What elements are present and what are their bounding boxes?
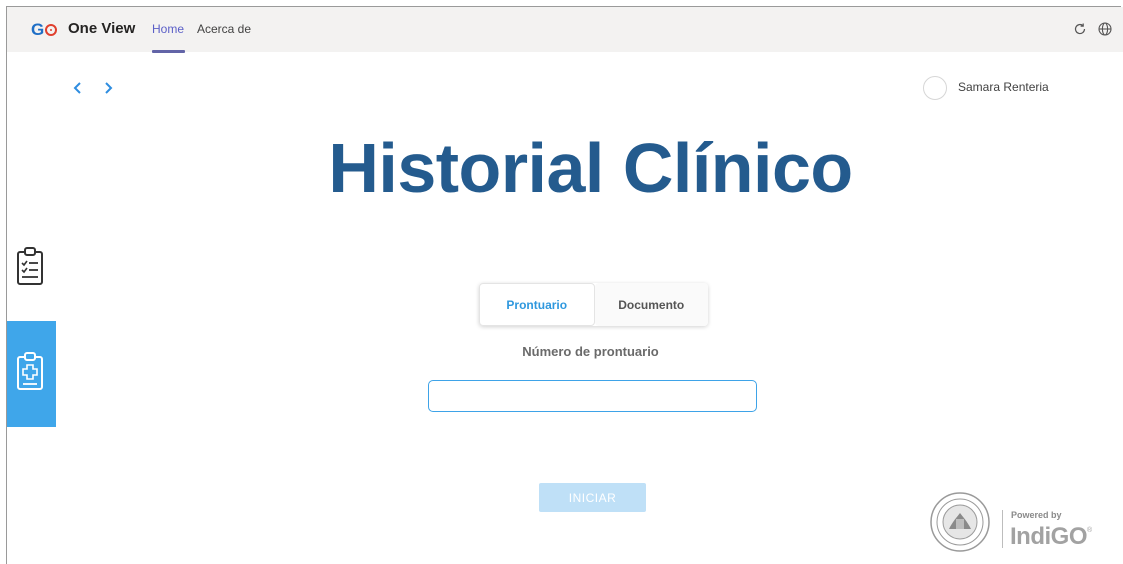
avatar[interactable]: [923, 76, 947, 100]
institution-seal-logo: [930, 492, 990, 552]
indigo-logo: IndiGO®: [1010, 523, 1092, 551]
user-name: Samara Renteria: [958, 80, 1049, 94]
nav-about-tab[interactable]: Acerca de: [197, 22, 251, 36]
page-title: Historial Clínico: [328, 129, 853, 207]
clipboard-checklist-icon[interactable]: [14, 246, 46, 288]
top-app-bar: G One View Home Acerca de: [7, 7, 1123, 53]
prontuario-number-input[interactable]: [428, 380, 757, 412]
forward-arrow-icon[interactable]: [102, 80, 114, 96]
powered-by-label: Powered by: [1011, 510, 1062, 520]
tab-documento[interactable]: Documento: [594, 283, 708, 326]
active-tab-indicator: [152, 50, 185, 53]
nav-home-tab[interactable]: Home: [152, 22, 184, 36]
globe-icon[interactable]: [1098, 22, 1112, 36]
logo-o-icon: [44, 24, 57, 36]
back-arrow-icon[interactable]: [72, 80, 84, 96]
refresh-icon[interactable]: [1073, 22, 1087, 36]
window-frame-left: [6, 6, 7, 564]
tab-prontuario[interactable]: Prontuario: [479, 283, 595, 326]
prontuario-field-label: Número de prontuario: [522, 344, 659, 359]
logo-letter: G: [31, 20, 44, 39]
start-button[interactable]: INICIAR: [539, 483, 646, 512]
indigo-logo-text: IndiGO: [1010, 523, 1088, 550]
search-type-tabs: Prontuario Documento: [479, 283, 708, 326]
go-logo: G: [31, 20, 57, 40]
brand-divider: [1002, 510, 1003, 548]
app-name: One View: [68, 20, 136, 37]
trademark-symbol: ®: [1087, 527, 1092, 534]
